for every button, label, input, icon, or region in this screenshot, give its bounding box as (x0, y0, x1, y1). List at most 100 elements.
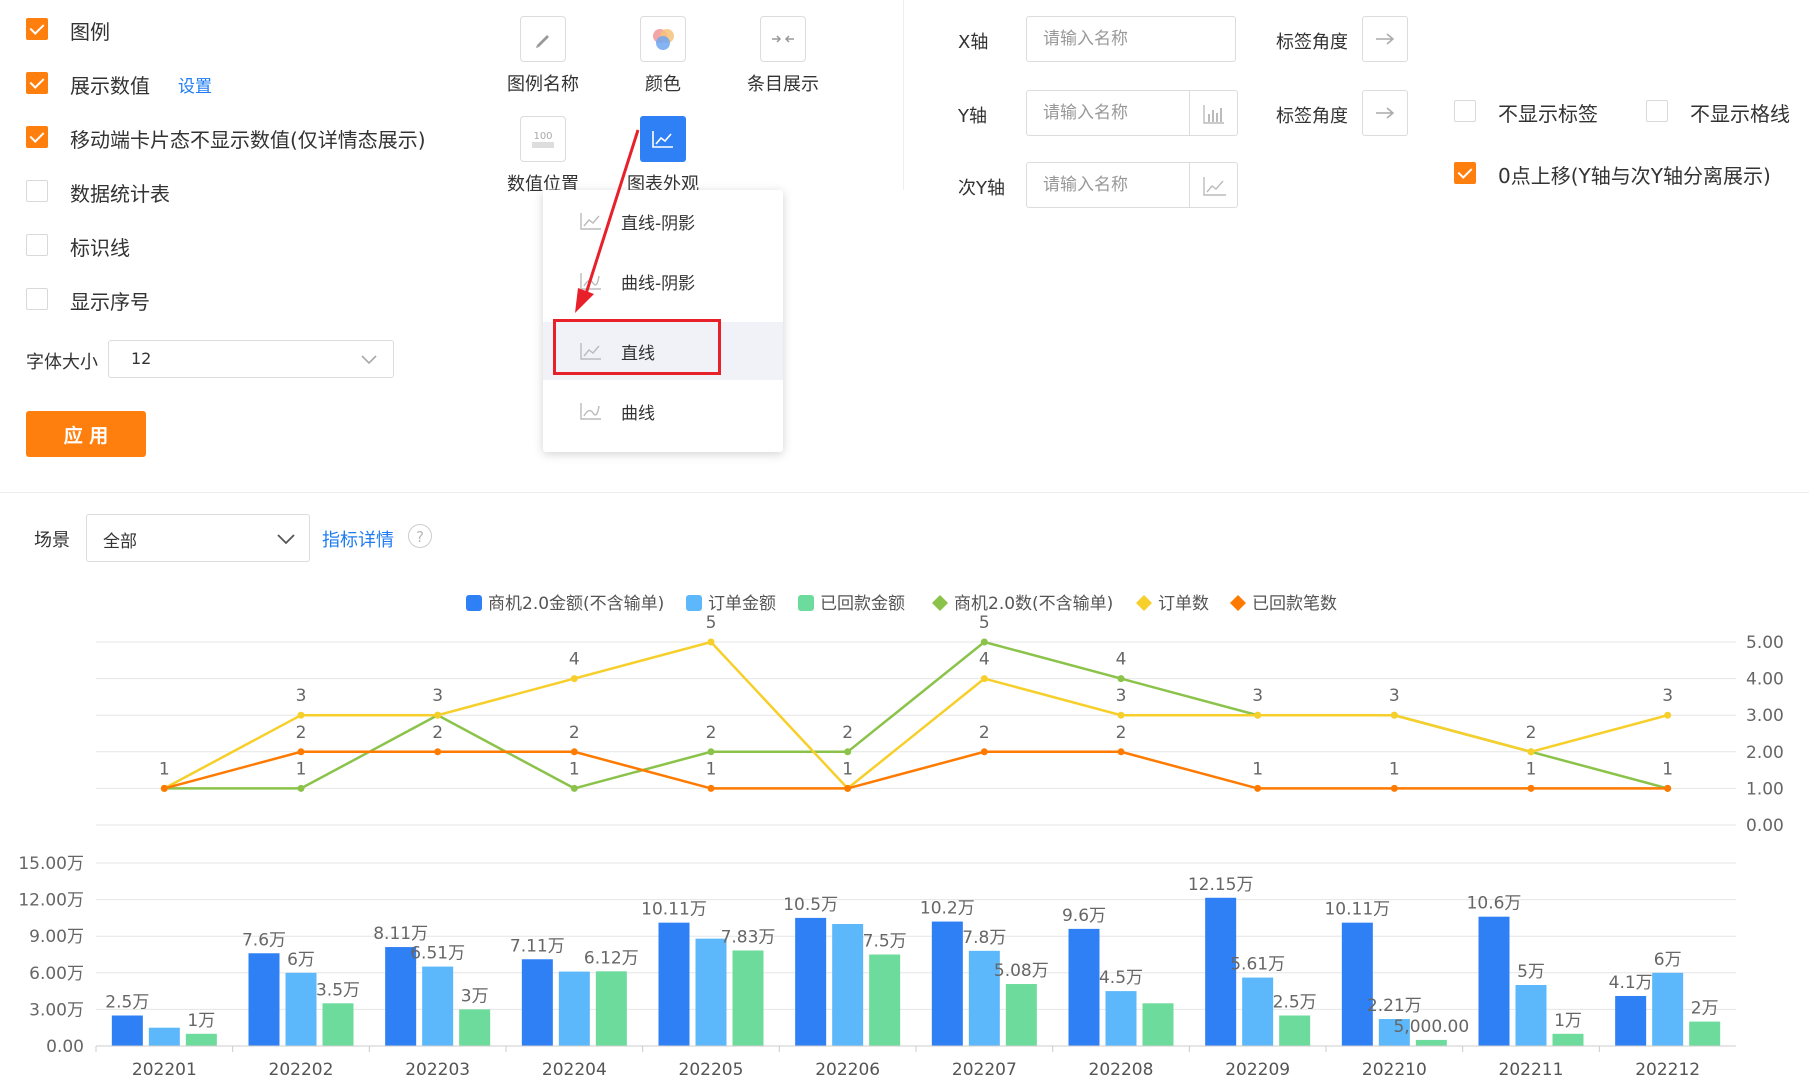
x-tick-label: 202203 (405, 1060, 470, 1080)
bar (595, 971, 627, 1046)
x-tick-label: 202205 (679, 1060, 744, 1080)
help-icon[interactable]: ? (408, 524, 432, 548)
line-point (980, 675, 988, 683)
bar-data-label: 1万 (187, 1011, 215, 1031)
bar-data-label: 2万 (1691, 999, 1719, 1019)
apply-button[interactable]: 应 用 (26, 411, 146, 457)
line-data-label: 2 (1526, 723, 1537, 743)
x-axis-name-input[interactable] (1041, 28, 1195, 50)
x-tick-label: 202211 (1499, 1060, 1564, 1080)
line-data-label: 2 (979, 723, 990, 743)
bar-data-label: 5.61万 (1230, 955, 1285, 975)
hide-gridlines-checkbox[interactable] (1646, 100, 1668, 122)
line-chart-icon[interactable] (1203, 176, 1227, 196)
legend-checkbox[interactable] (26, 18, 48, 40)
bar-chart-icon[interactable] (1203, 104, 1225, 124)
zero-shift-label: 0点上移(Y轴与次Y轴分离展示) (1498, 164, 1771, 188)
bar-data-label: 5,000.00 (1393, 1017, 1469, 1037)
line-data-label: 3 (1252, 686, 1263, 706)
bar-data-label: 2.5万 (1273, 993, 1317, 1013)
bar-data-label: 12.15万 (1188, 875, 1254, 895)
show-index-checkbox[interactable] (26, 288, 48, 310)
x-tick-label: 202202 (269, 1060, 334, 1080)
y-right-tick-label: 4.00 (1746, 670, 1784, 690)
bar-data-label: 5.08万 (994, 961, 1049, 981)
color-label: 颜色 (645, 74, 681, 95)
chevron-down-icon (361, 355, 377, 365)
value-position-icon: 100 (532, 131, 554, 148)
chart-appearance-button[interactable] (640, 116, 686, 162)
line-data-label: 2 (706, 723, 717, 743)
bar (422, 966, 454, 1046)
y-right-tick-label: 5.00 (1746, 633, 1784, 653)
hide-labels-checkbox[interactable] (1454, 100, 1476, 122)
show-index-label: 显示序号 (70, 290, 150, 314)
font-size-select[interactable]: 12 (108, 340, 394, 378)
bar-data-label: 7.8万 (962, 928, 1006, 948)
y-label-angle-button[interactable] (1362, 90, 1408, 136)
show-values-checkbox[interactable] (26, 72, 48, 94)
legend-swatch (1136, 595, 1152, 611)
bar (732, 950, 764, 1046)
y-left-tick-label: 3.00万 (29, 1000, 84, 1020)
data-table-checkbox[interactable] (26, 180, 48, 202)
y-left-tick-label: 0.00 (46, 1037, 84, 1057)
menu-item-curve[interactable]: 曲线 (543, 382, 783, 440)
line-data-label: 1 (569, 759, 580, 779)
bar (1105, 991, 1137, 1046)
show-values-settings-link[interactable]: 设置 (178, 72, 212, 97)
bar-data-label: 10.11万 (641, 900, 707, 920)
series-line (164, 750, 1668, 790)
legend-swatch (798, 595, 814, 611)
item-display-button[interactable] (760, 16, 806, 62)
font-size-label: 字体大小 (26, 352, 98, 373)
bar-data-label: 2.5万 (105, 993, 149, 1013)
legend-name-label: 图例名称 (507, 74, 579, 95)
y-right-tick-label: 3.00 (1746, 706, 1784, 726)
line-point (980, 748, 988, 756)
line-point (707, 784, 715, 792)
combo-chart: 商机2.0金额(不含输单) 订单金额 已回款金额 商机2.0数(不含输单) 订单数 已回款… (18, 594, 1784, 1080)
section-divider (0, 492, 1809, 493)
line-data-label: 3 (1116, 686, 1127, 706)
line-point (1117, 748, 1125, 756)
marker-line-checkbox[interactable] (26, 234, 48, 256)
color-button[interactable] (640, 16, 686, 62)
value-position-icon-text: 100 (533, 131, 552, 142)
hide-labels-label: 不显示标签 (1498, 102, 1598, 126)
legend-name-button[interactable] (520, 16, 566, 62)
metric-detail-link[interactable]: 指标详情 (322, 526, 394, 552)
bar (185, 1033, 217, 1046)
y-left-tick-label: 12.00万 (18, 891, 84, 911)
scene-select[interactable]: 全部 (86, 514, 310, 562)
line-point (1254, 784, 1262, 792)
mobile-hide-values-checkbox[interactable] (26, 126, 48, 148)
y2-axis-name-input-box (1026, 162, 1238, 208)
x-tick-label: 202210 (1362, 1060, 1427, 1080)
x-tick-label: 202208 (1089, 1060, 1154, 1080)
bar-data-label: 3万 (461, 986, 489, 1006)
value-position-button[interactable]: 100 (520, 116, 566, 162)
y2-axis-name-input[interactable] (1041, 174, 1195, 196)
y-axis-name-input[interactable] (1041, 102, 1195, 124)
line-data-label: 1 (296, 759, 307, 779)
line-point (980, 638, 988, 646)
bar (1552, 1033, 1584, 1046)
bar (1652, 972, 1684, 1046)
bar (1515, 985, 1547, 1046)
line-point (707, 748, 715, 756)
x-tick-label: 202212 (1635, 1060, 1700, 1080)
pencil-icon (536, 35, 549, 48)
line-point (297, 748, 305, 756)
line-point (844, 748, 852, 756)
x-label-angle-button[interactable] (1362, 16, 1408, 62)
line-point (570, 748, 578, 756)
item-display-label: 条目展示 (747, 74, 819, 95)
line-point (1527, 748, 1535, 756)
legend-item: 已回款笔数 (1252, 594, 1337, 614)
line-data-label: 4 (979, 650, 990, 670)
line-data-label: 5 (979, 613, 990, 633)
bar (931, 921, 963, 1046)
zero-shift-checkbox[interactable] (1454, 162, 1476, 184)
line-data-label: 1 (1389, 759, 1400, 779)
